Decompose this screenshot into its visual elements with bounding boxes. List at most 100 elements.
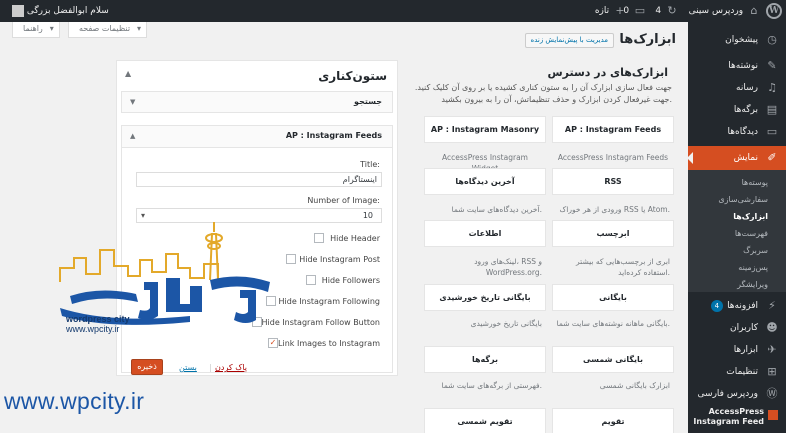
menu-label: افزونه‌ها (727, 301, 758, 311)
new-content-link[interactable]: تازه + (595, 0, 628, 22)
menu-label: AccessPress Instagram Feed (693, 407, 764, 426)
widget-title: AP : Instagram Feeds (285, 131, 382, 140)
howdy-text: سلام ابوالفضل بزرگی (26, 6, 109, 16)
menu-settings[interactable]: ⊞ تنظیمات (688, 360, 786, 384)
widget-description: ورودی از هر خوراک RSS یا Atom. (559, 205, 670, 214)
wpcity-brand-text: wordpress city www.wpcity.ir (66, 314, 130, 334)
my-account-link[interactable]: سلام ابوالفضل بزرگی (8, 0, 109, 22)
menu-comments[interactable]: ▭ دیدگاه‌ها (688, 120, 786, 144)
widget-shamsi-calendar[interactable]: تقویم شمسی (424, 408, 546, 433)
widget-tag-cloud[interactable]: ابرچسب (552, 220, 674, 247)
submenu-header[interactable]: سربرگ (688, 242, 786, 259)
brand-url: www.wpcity.ir (66, 324, 120, 334)
settings-icon: ⊞ (767, 365, 777, 378)
page-title: ابزارک‌ها (619, 32, 676, 47)
help-label: راهنما (23, 24, 43, 33)
instagram-icon (768, 410, 778, 420)
submenu-editor[interactable]: ویرایشگر (688, 276, 786, 293)
pin-icon: ✎ (767, 59, 777, 72)
plus-icon: + (615, 3, 625, 17)
hide-followers-label: Hide Followers (321, 276, 380, 285)
brand-name: wordpress city (66, 314, 130, 324)
menu-label: نوشته‌ها (728, 61, 758, 71)
update-icon: ↻ (667, 3, 677, 17)
close-link[interactable]: بستن (179, 363, 197, 372)
menu-wordpress-farsi[interactable]: Ⓦ وردپرس فارسی (688, 382, 786, 406)
widget-rss[interactable]: RSS (552, 168, 674, 195)
help-tab-button[interactable]: راهنما (12, 22, 60, 38)
submenu-themes[interactable]: پوسته‌ها (688, 174, 786, 191)
menu-plugins[interactable]: ⚡ 4 افزونه‌ها (688, 294, 786, 318)
collapse-arrow-icon[interactable]: ▲ (130, 126, 135, 146)
plugin-update-badge: 4 (710, 300, 724, 312)
menu-appearance[interactable]: ✐ نمایش (687, 146, 786, 170)
menu-label: ابزارها (733, 345, 758, 355)
screen-options-label: تنظیمات صفحه (79, 24, 131, 33)
menu-posts[interactable]: ✎ نوشته‌ها (688, 54, 786, 78)
page-icon: ▤ (766, 103, 778, 116)
available-widgets-description: جهت فعال سازی ابزارک آن را به ستون کناری… (414, 83, 672, 104)
widget-ap-instagram-feeds[interactable]: AP : Instagram Feeds (552, 116, 674, 143)
appearance-submenu: پوسته‌ها سفارشی‌سازی ابزارک‌ها فهرست‌ها … (688, 170, 786, 292)
widget-archives[interactable]: بایگانی (552, 284, 674, 311)
widget-description: ابزارک بایگانی شمسی (599, 381, 670, 390)
new-label: تازه (594, 6, 610, 16)
dashboard-icon: ◷ (767, 33, 777, 46)
delete-link[interactable]: پاک کردن (215, 363, 247, 372)
widget-recent-comments[interactable]: آخرین دیدگاه‌ها (424, 168, 546, 195)
menu-users[interactable]: ☻ کاربران (688, 316, 786, 340)
screen-options-button[interactable]: تنظیمات صفحه (68, 22, 148, 38)
widget-shamsi-archives[interactable]: بایگانی شمسی (552, 346, 674, 373)
widget-solar-date-archives[interactable]: بایگانی تاریخ خورشیدی (424, 284, 546, 311)
menu-tools[interactable]: ✈ ابزارها (688, 338, 786, 362)
widget-calendar[interactable]: تقویم (552, 408, 674, 433)
widget-search-box[interactable]: جستجو ▼ (121, 91, 393, 113)
widget-description: لینک‌های ورود، RSS و WordPress.org. (474, 257, 542, 277)
comment-icon: ▭ (766, 125, 778, 138)
hide-header-label: Hide Header (330, 234, 380, 243)
menu-label: برگه‌ها (733, 105, 758, 115)
hide-followers-checkbox[interactable] (306, 275, 316, 285)
comment-icon: ▭ (634, 3, 646, 17)
menu-label: پیشخوان (725, 35, 758, 45)
widget-ap-instagram-masonry[interactable]: AP : Instagram Masonry (424, 116, 546, 143)
manage-live-preview-button[interactable]: مدیریت با پیش‌نمایش زنده (524, 33, 614, 48)
menu-label: دیدگاه‌ها (727, 127, 758, 137)
skyline-graphic (59, 222, 223, 282)
widget-description: بایگانی تاریخ خورشیدی (470, 319, 542, 328)
widget-box-header[interactable]: AP : Instagram Feeds ▲ (122, 126, 392, 148)
site-name: وردپرس سینی (688, 6, 744, 16)
widget-meta[interactable]: اطلاعات (424, 220, 546, 247)
menu-dashboard[interactable]: ◷ پیشخوان (688, 28, 786, 52)
available-widgets-title: ابزارک‌های در دسترس (547, 66, 668, 79)
title-input[interactable]: اینستاگرام (136, 172, 382, 187)
admin-bar: W وردپرس سینی ⌂ 4 ↻ 0 ▭ تازه + سلام ابوا… (0, 0, 786, 22)
title-label: Title: (360, 160, 380, 169)
menu-accesspress-instagram[interactable]: AccessPress Instagram Feed (688, 404, 786, 433)
submenu-customize[interactable]: سفارشی‌سازی (688, 191, 786, 208)
hide-instagram-post-label: Hide Instagram Post (299, 255, 380, 264)
wordpress-icon: Ⓦ (766, 387, 778, 400)
menu-label: رسانه (736, 83, 758, 93)
plugin-icon: ⚡ (768, 299, 776, 312)
home-icon: ⌂ (750, 3, 758, 17)
submenu-widgets[interactable]: ابزارک‌ها (688, 208, 786, 225)
submenu-background[interactable]: پس‌زمینه (688, 259, 786, 276)
widget-description: فهرستی از برگه‌های سایت شما. (441, 381, 542, 390)
hide-header-checkbox[interactable] (314, 233, 324, 243)
admin-menu: ◷ پیشخوان ✎ نوشته‌ها ♫ رسانه ▤ برگه‌ها ▭ دیدگ… (687, 22, 786, 433)
site-name-link[interactable]: وردپرس سینی ⌂ (689, 0, 762, 22)
widget-pages[interactable]: برگه‌ها (424, 346, 546, 373)
expand-arrow-icon[interactable]: ▼ (130, 92, 135, 112)
widget-description: بایگانی ماهانه نوشته‌های سایت شما. (556, 319, 670, 328)
menu-pages[interactable]: ▤ برگه‌ها (688, 98, 786, 122)
menu-media[interactable]: ♫ رسانه (688, 76, 786, 100)
brush-icon: ✐ (767, 151, 777, 164)
save-button[interactable]: ذخیره (131, 359, 163, 375)
number-of-image-label: Number of Image: (307, 196, 380, 205)
updates-count: 4 (655, 6, 662, 16)
updates-link[interactable]: 4 ↻ (655, 0, 680, 22)
submenu-menus[interactable]: فهرست‌ها (688, 225, 786, 242)
wordpress-logo-icon[interactable]: W (766, 3, 782, 19)
area-toggle-arrow[interactable]: ▲ (125, 69, 131, 78)
